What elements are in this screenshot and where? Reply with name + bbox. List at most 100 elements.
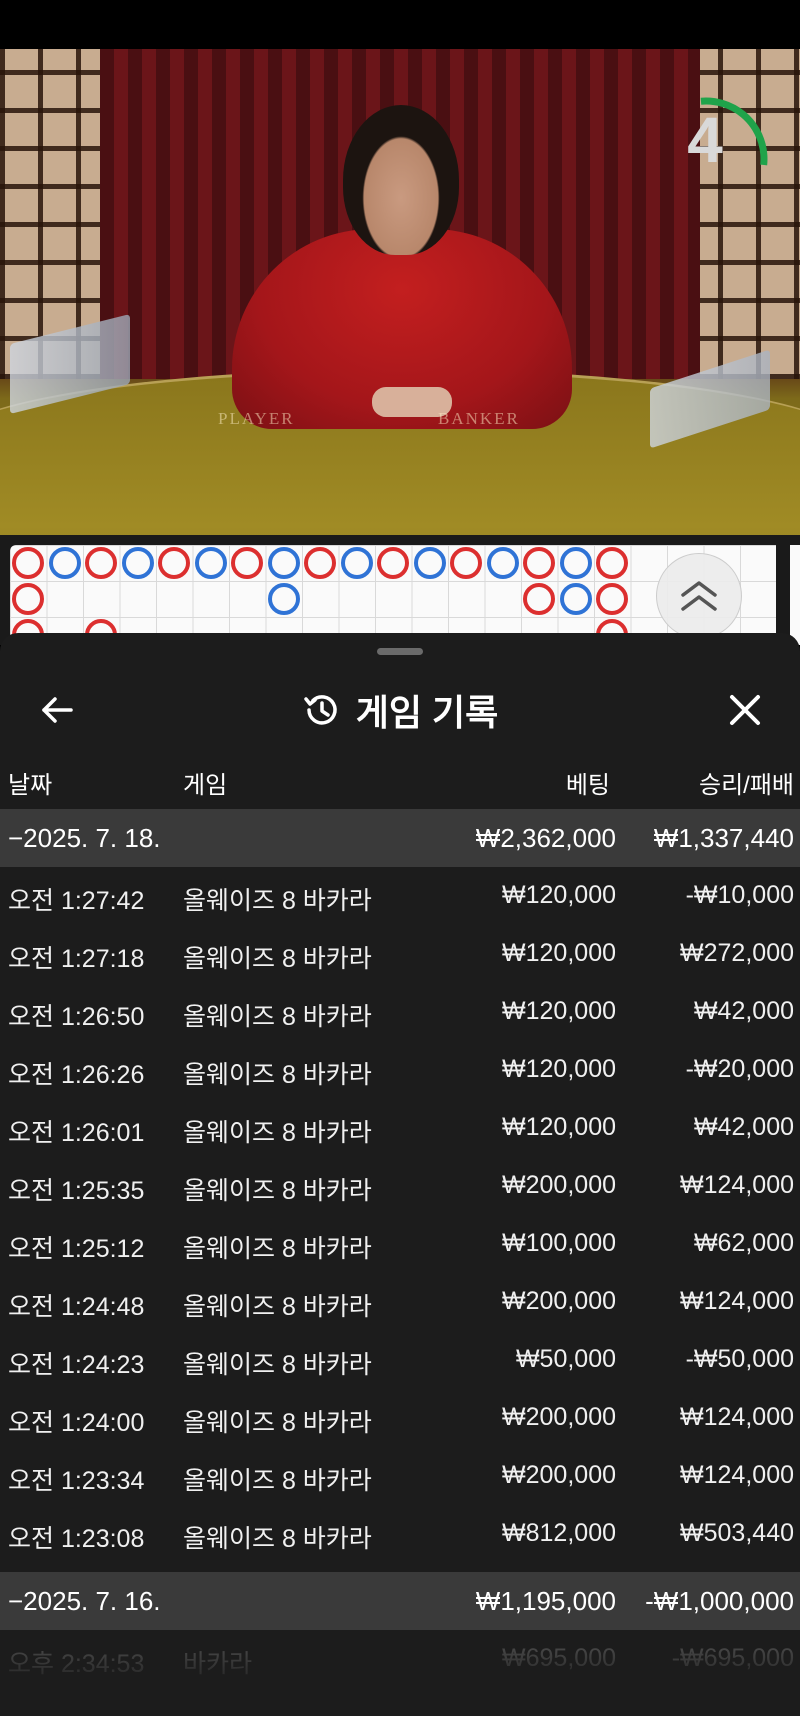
table-row[interactable]: 오전 1:27:18 올웨이즈 8 바카라 ₩120,000 ₩272,000 [0, 925, 800, 983]
row-win-loss: -₩20,000 [685, 1055, 794, 1083]
row-game: 올웨이즈 8 바카라 [183, 1061, 372, 1089]
row-time: 오전 1:24:23 [8, 1351, 145, 1379]
live-video-feed: PLAYER BANKER 4 [0, 49, 800, 535]
arrow-left-icon [42, 697, 73, 723]
row-bet: ₩695,000 [502, 1644, 616, 1672]
row-time: 오전 1:23:08 [8, 1525, 145, 1553]
row-win-loss: ₩42,000 [693, 1113, 794, 1141]
row-time: 오전 1:26:01 [8, 1119, 145, 1147]
row-time: 오전 1:24:00 [8, 1409, 145, 1437]
row-bet: ₩120,000 [502, 997, 616, 1025]
row-time: 오전 1:25:35 [8, 1177, 145, 1205]
table-row[interactable]: 오전 1:26:26 올웨이즈 8 바카라 ₩120,000 -₩20,000 [0, 1041, 800, 1099]
road-bead-red [158, 547, 190, 579]
row-time: 오전 1:26:26 [8, 1061, 145, 1089]
road-bead-red [12, 547, 44, 579]
chevron-double-up-icon [681, 581, 717, 611]
column-header-bet: 베팅 [565, 772, 610, 799]
road-bead-red [596, 583, 628, 615]
road-bead-blue [194, 547, 227, 579]
table-row[interactable]: 오전 1:24:48 올웨이즈 8 바카라 ₩200,000 ₩124,000 [0, 1273, 800, 1331]
table-header: 날짜 게임 베팅 승리/패배 [0, 753, 800, 803]
road-bead-red [523, 547, 555, 579]
date-group-header[interactable]: −2025. 7. 18. ₩2,362,000 ₩1,337,440 [0, 809, 800, 867]
row-bet: ₩100,000 [502, 1229, 616, 1257]
row-win-loss: ₩42,000 [693, 997, 794, 1025]
road-bead-blue [340, 547, 373, 579]
panel-title: 게임 기록 [355, 692, 499, 733]
column-header-win-loss: 승리/패배 [699, 772, 794, 799]
row-game: 올웨이즈 8 바카라 [183, 1351, 372, 1379]
row-win-loss: ₩62,000 [693, 1229, 794, 1257]
felt-label-banker: BANKER [438, 409, 520, 428]
road-bead-blue [559, 583, 592, 615]
road-bead-blue [267, 547, 300, 579]
panel-header: 게임 기록 [0, 673, 800, 747]
table-row[interactable]: 오전 1:27:42 올웨이즈 8 바카라 ₩120,000 -₩10,000 [0, 867, 800, 925]
table-row[interactable]: 오후 2:34:53 바카라 ₩695,000 -₩695,000 [0, 1630, 800, 1688]
row-time: 오전 1:23:34 [8, 1467, 145, 1495]
row-win-loss: ₩124,000 [680, 1403, 794, 1431]
row-win-loss: ₩503,440 [680, 1519, 794, 1547]
group-win-total: -₩1,000,000 [645, 1586, 794, 1616]
row-game: 올웨이즈 8 바카라 [183, 945, 372, 973]
group-win-total: ₩1,337,440 [653, 823, 794, 853]
group-date: −2025. 7. 18. [8, 823, 161, 853]
road-bead-red [377, 547, 409, 579]
column-header-game: 게임 [183, 772, 228, 799]
history-rows: 오전 1:27:42 올웨이즈 8 바카라 ₩120,000 -₩10,000 오전 … [0, 867, 800, 1563]
row-win-loss: ₩124,000 [680, 1171, 794, 1199]
road-bead-red [231, 547, 263, 579]
row-bet: ₩812,000 [502, 1519, 616, 1547]
row-win-loss: -₩695,000 [671, 1644, 794, 1672]
road-bead-red [85, 547, 117, 579]
date-group-header[interactable]: −2025. 7. 16. ₩1,195,000 -₩1,000,000 [0, 1572, 800, 1630]
road-bead-red [450, 547, 482, 579]
road-bead-blue [486, 547, 519, 579]
table-row[interactable]: 오전 1:24:23 올웨이즈 8 바카라 ₩50,000 -₩50,000 [0, 1331, 800, 1389]
row-bet: ₩120,000 [502, 1113, 616, 1141]
row-game: 올웨이즈 8 바카라 [183, 1003, 372, 1031]
road-bead-blue [267, 583, 300, 615]
row-win-loss: ₩272,000 [680, 939, 794, 967]
row-time: 오전 1:27:42 [8, 887, 145, 915]
table-row[interactable]: 오전 1:23:08 올웨이즈 8 바카라 ₩812,000 ₩503,440 [0, 1505, 800, 1563]
status-bar [0, 0, 800, 49]
dealer-head [343, 105, 459, 255]
road-bead-blue [48, 547, 81, 579]
table-row[interactable]: 오전 1:26:50 올웨이즈 8 바카라 ₩120,000 ₩42,000 [0, 983, 800, 1041]
row-game: 올웨이즈 8 바카라 [183, 1119, 372, 1147]
row-bet: ₩200,000 [502, 1287, 616, 1315]
table-row[interactable]: 오전 1:25:35 올웨이즈 8 바카라 ₩200,000 ₩124,000 [0, 1157, 800, 1215]
group-date: −2025. 7. 16. [8, 1586, 161, 1616]
row-game: 올웨이즈 8 바카라 [183, 1525, 372, 1553]
history-icon [304, 695, 337, 725]
expand-roadmap-button[interactable] [656, 553, 742, 639]
row-win-loss: ₩124,000 [680, 1461, 794, 1489]
row-time: 오전 1:24:48 [8, 1293, 145, 1321]
row-win-loss: -₩10,000 [685, 881, 794, 909]
drag-handle[interactable] [377, 648, 423, 655]
row-time: 오전 1:25:12 [8, 1235, 145, 1263]
back-button[interactable] [34, 687, 80, 733]
row-win-loss: ₩124,000 [680, 1287, 794, 1315]
group-bet-total: ₩1,195,000 [475, 1586, 616, 1616]
road-bead-red [523, 583, 555, 615]
felt-label-player: PLAYER [218, 409, 295, 428]
row-bet: ₩120,000 [502, 881, 616, 909]
column-header-date: 날짜 [8, 772, 53, 799]
table-row[interactable]: 오전 1:26:01 올웨이즈 8 바카라 ₩120,000 ₩42,000 [0, 1099, 800, 1157]
row-time: 오후 2:34:53 [8, 1650, 145, 1678]
road-bead-blue [559, 547, 592, 579]
row-game: 올웨이즈 8 바카라 [183, 1467, 372, 1495]
table-row[interactable]: 오전 1:25:12 올웨이즈 8 바카라 ₩100,000 ₩62,000 [0, 1215, 800, 1273]
row-game: 올웨이즈 8 바카라 [183, 1293, 372, 1321]
row-win-loss: -₩50,000 [685, 1345, 794, 1373]
row-time: 오전 1:26:50 [8, 1003, 145, 1031]
row-game: 올웨이즈 8 바카라 [183, 887, 372, 915]
row-bet: ₩200,000 [502, 1461, 616, 1489]
table-row[interactable]: 오전 1:23:34 올웨이즈 8 바카라 ₩200,000 ₩124,000 [0, 1447, 800, 1505]
roadmap-side-strip [790, 545, 800, 645]
table-row[interactable]: 오전 1:24:00 올웨이즈 8 바카라 ₩200,000 ₩124,000 [0, 1389, 800, 1447]
close-button[interactable] [720, 687, 770, 733]
